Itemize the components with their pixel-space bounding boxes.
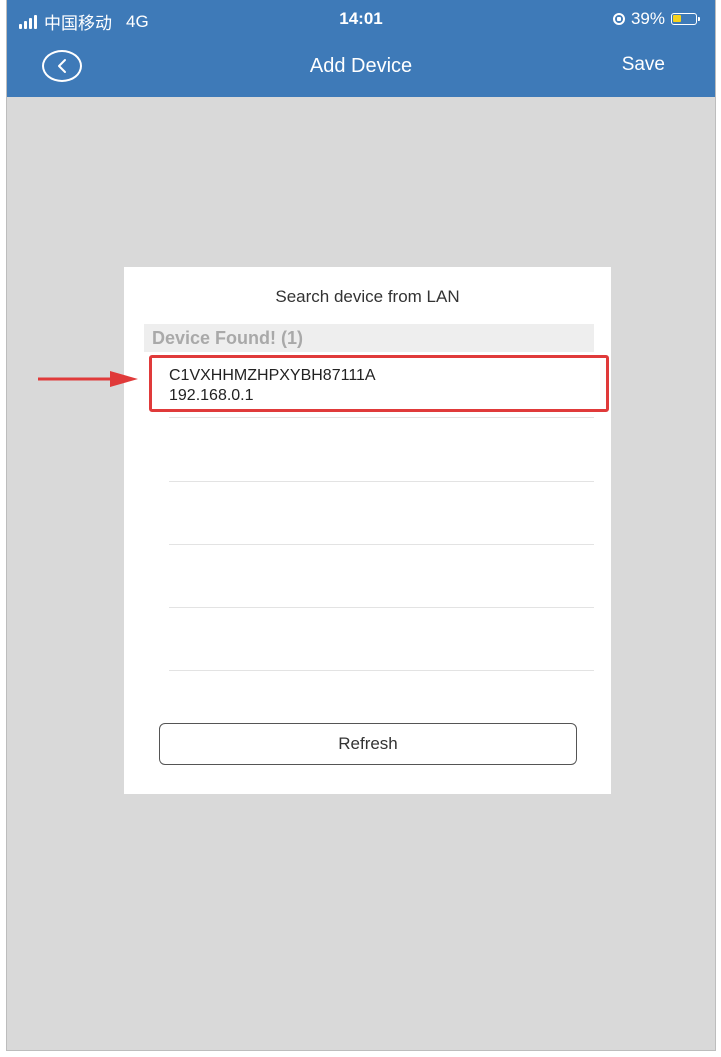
battery-percent: 39% xyxy=(630,9,665,28)
page-title: Add Device xyxy=(309,55,413,77)
status-time: 14:01 xyxy=(339,9,383,28)
list-divider xyxy=(169,670,594,671)
search-device-dialog: Search device from LAN Device Found! (1)… xyxy=(124,267,611,794)
list-divider xyxy=(169,544,594,545)
status-right: 39% xyxy=(612,9,700,29)
refresh-button[interactable]: Refresh xyxy=(159,723,577,765)
navigation-bar: Add Device Save xyxy=(7,40,715,97)
battery-icon xyxy=(671,13,700,25)
save-button[interactable]: Save xyxy=(622,54,665,76)
phone-screen: 中国移动 4G 14:01 39% Add Device Save Search… xyxy=(6,0,716,1051)
battery-fill xyxy=(673,15,681,22)
device-list-item[interactable]: C1VXHHMZHPXYBH87111A 192.168.0.1 xyxy=(149,355,609,412)
device-ip: 192.168.0.1 xyxy=(169,387,254,404)
red-arrow-icon xyxy=(38,371,138,387)
list-divider xyxy=(169,417,594,418)
device-id: C1VXHHMZHPXYBH87111A xyxy=(169,367,376,384)
device-found-header: Device Found! (1) xyxy=(144,324,594,352)
app-bar: 中国移动 4G 14:01 39% Add Device Save xyxy=(7,0,715,97)
list-divider xyxy=(169,607,594,608)
rotation-lock-icon xyxy=(612,13,625,25)
dialog-title: Search device from LAN xyxy=(275,287,460,306)
status-bar: 中国移动 4G 14:01 39% xyxy=(7,0,715,40)
list-divider xyxy=(169,481,594,482)
